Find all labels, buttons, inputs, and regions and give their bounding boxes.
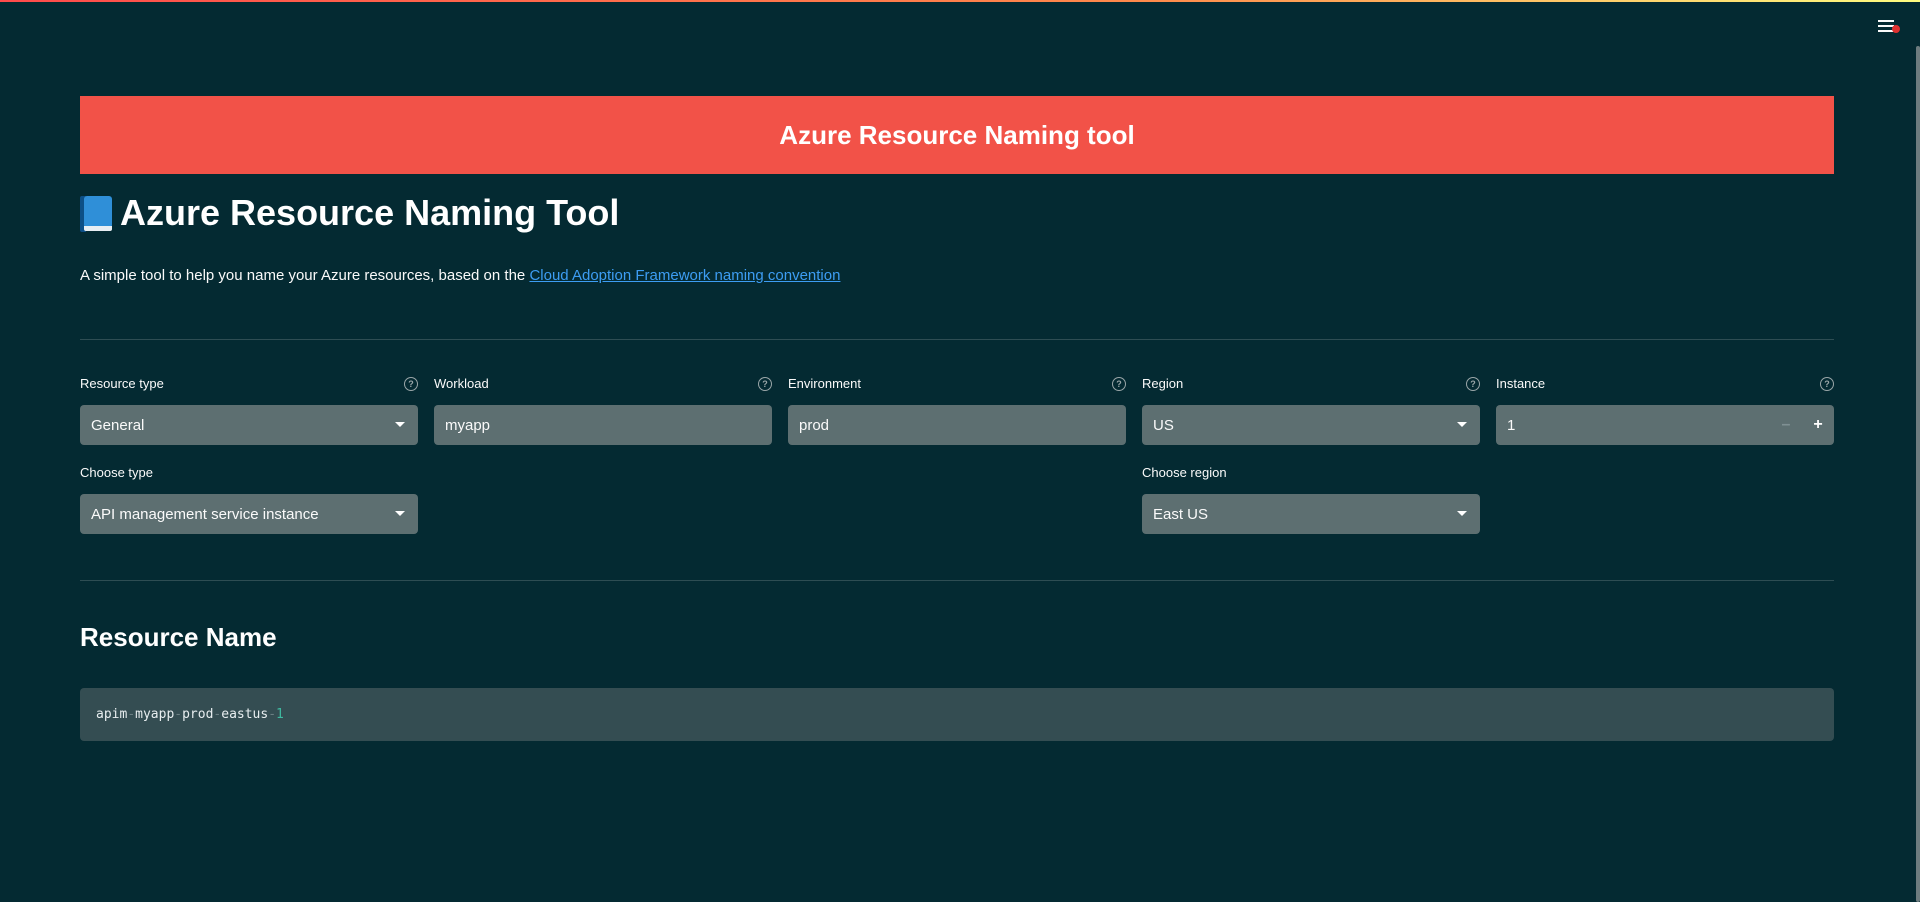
resource-type-value: General xyxy=(91,416,145,434)
name-part-resource: apim xyxy=(96,707,128,722)
instance-value: 1 xyxy=(1507,416,1516,434)
header-banner: Azure Resource Naming tool xyxy=(80,96,1834,174)
chevron-down-icon xyxy=(395,422,405,427)
page-title: Azure Resource Naming Tool xyxy=(80,188,619,238)
top-decoration-bar xyxy=(0,0,1920,2)
name-separator: - xyxy=(127,707,136,722)
caf-naming-convention-link[interactable]: Cloud Adoption Framework naming conventi… xyxy=(529,267,840,284)
choose-region-field: Choose region East US xyxy=(1142,463,1480,534)
name-separator: - xyxy=(268,707,277,722)
workload-label: Workload xyxy=(434,376,489,391)
choose-type-label: Choose type xyxy=(80,465,153,480)
environment-input[interactable]: prod xyxy=(788,405,1126,445)
name-separator: - xyxy=(174,707,183,722)
choose-type-select[interactable]: API management service instance xyxy=(80,494,418,534)
book-icon xyxy=(80,194,114,232)
name-part-instance: 1 xyxy=(276,707,284,722)
resource-type-select[interactable]: General xyxy=(80,405,418,445)
divider xyxy=(80,580,1834,581)
help-icon[interactable]: ? xyxy=(1112,377,1126,391)
resource-name-output[interactable]: apim - myapp - prod - eastus -1 xyxy=(80,688,1834,741)
banner-text: Azure Resource Naming tool xyxy=(779,119,1135,150)
page-title-text: Azure Resource Naming Tool xyxy=(120,192,620,233)
name-part-region: eastus xyxy=(221,707,269,722)
choose-region-value: East US xyxy=(1153,505,1209,523)
help-icon[interactable]: ? xyxy=(1466,377,1480,391)
help-icon[interactable]: ? xyxy=(1820,377,1834,391)
main-menu-button[interactable] xyxy=(1878,17,1900,35)
resource-type-field: Resource type ? General xyxy=(80,374,418,445)
region-value: US xyxy=(1153,416,1174,434)
environment-label: Environment xyxy=(788,376,861,391)
instance-number-input[interactable]: 1 – + xyxy=(1496,405,1834,445)
region-field: Region ? US xyxy=(1142,374,1480,445)
divider xyxy=(80,339,1834,340)
region-select[interactable]: US xyxy=(1142,405,1480,445)
chevron-down-icon xyxy=(1457,422,1467,427)
choose-region-label: Choose region xyxy=(1142,465,1227,480)
menu-icon xyxy=(1878,20,1894,22)
name-separator: - xyxy=(213,707,222,722)
name-part-workload: myapp xyxy=(135,707,175,722)
instance-field: Instance ? 1 – + xyxy=(1496,374,1834,445)
instance-label: Instance xyxy=(1496,376,1546,391)
help-icon[interactable]: ? xyxy=(758,377,772,391)
notification-dot xyxy=(1892,25,1900,33)
workload-field: Workload ? myapp xyxy=(434,374,772,445)
decrement-button[interactable]: – xyxy=(1770,405,1802,445)
increment-button[interactable]: + xyxy=(1802,405,1834,445)
chevron-down-icon xyxy=(395,511,405,516)
choose-region-select[interactable]: East US xyxy=(1142,494,1480,534)
environment-field: Environment ? prod xyxy=(788,374,1126,445)
description-text: A simple tool to help you name your Azur… xyxy=(80,267,530,284)
chevron-down-icon xyxy=(1457,511,1467,516)
choose-type-value: API management service instance xyxy=(91,505,319,523)
page-description: A simple tool to help you name your Azur… xyxy=(80,267,840,284)
workload-value: myapp xyxy=(445,416,491,434)
help-icon[interactable]: ? xyxy=(404,377,418,391)
resource-type-label: Resource type xyxy=(80,376,164,391)
environment-value: prod xyxy=(799,416,830,434)
choose-type-field: Choose type API management service insta… xyxy=(80,463,418,534)
scrollbar[interactable] xyxy=(1916,46,1920,902)
resource-name-heading: Resource Name xyxy=(80,622,277,652)
name-part-environment: prod xyxy=(182,707,214,722)
region-label: Region xyxy=(1142,376,1184,391)
workload-input[interactable]: myapp xyxy=(434,405,772,445)
